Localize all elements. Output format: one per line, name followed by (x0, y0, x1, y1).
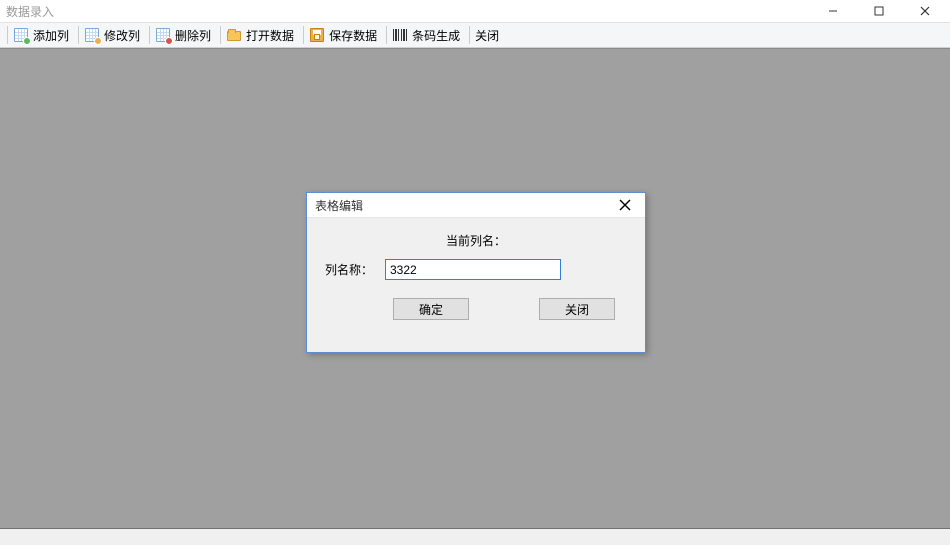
column-name-row: 列名称： (325, 259, 627, 280)
close-button[interactable]: 关闭 (539, 298, 615, 320)
toolbar-label: 删除列 (175, 27, 211, 44)
toolbar-close-button[interactable]: 关闭 (473, 24, 505, 46)
window-title: 数据录入 (6, 3, 810, 20)
toolbar-label: 添加列 (33, 27, 69, 44)
barcode-icon (392, 27, 408, 43)
table-edit-icon (84, 27, 100, 43)
close-icon (619, 199, 631, 211)
toolbar-label: 打开数据 (246, 27, 294, 44)
edit-column-button[interactable]: 修改列 (82, 24, 146, 46)
save-icon (309, 27, 325, 43)
delete-column-button[interactable]: 删除列 (153, 24, 217, 46)
toolbar-separator (303, 26, 304, 44)
dialog-close-button[interactable] (605, 193, 645, 218)
dialog-title: 表格编辑 (315, 197, 605, 214)
folder-open-icon (226, 27, 242, 43)
save-data-button[interactable]: 保存数据 (307, 24, 383, 46)
table-add-icon (13, 27, 29, 43)
dialog-titlebar: 表格编辑 (307, 193, 645, 218)
table-edit-dialog: 表格编辑 当前列名： 列名称： 确定 关闭 (306, 192, 646, 353)
toolbar-separator (469, 26, 470, 44)
close-icon (920, 6, 930, 16)
window-close-button[interactable] (902, 0, 948, 22)
open-data-button[interactable]: 打开数据 (224, 24, 300, 46)
window-minimize-button[interactable] (810, 0, 856, 22)
toolbar-separator (386, 26, 387, 44)
column-name-input[interactable] (385, 259, 561, 280)
toolbar-separator (78, 26, 79, 44)
workspace-area: 表格编辑 当前列名： 列名称： 确定 关闭 (0, 48, 950, 528)
maximize-icon (874, 6, 884, 16)
minimize-icon (828, 6, 838, 16)
add-column-button[interactable]: 添加列 (11, 24, 75, 46)
toolbar-separator (7, 26, 8, 44)
column-name-label: 列名称： (325, 261, 379, 278)
toolbar-separator (220, 26, 221, 44)
window-titlebar: 数据录入 (0, 0, 950, 22)
toolbar-label: 保存数据 (329, 27, 377, 44)
dialog-heading: 当前列名： (325, 228, 627, 259)
ok-button[interactable]: 确定 (393, 298, 469, 320)
toolbar-separator (149, 26, 150, 44)
toolbar: 添加列 修改列 删除列 打开数据 保存数据 条码生成 关闭 (0, 22, 950, 48)
toolbar-label: 修改列 (104, 27, 140, 44)
dialog-body: 当前列名： 列名称： 确定 关闭 (307, 218, 645, 320)
status-bar (0, 528, 950, 545)
dialog-button-row: 确定 关闭 (325, 298, 627, 320)
window-maximize-button[interactable] (856, 0, 902, 22)
toolbar-label: 条码生成 (412, 27, 460, 44)
table-delete-icon (155, 27, 171, 43)
barcode-generate-button[interactable]: 条码生成 (390, 24, 466, 46)
toolbar-label: 关闭 (475, 27, 499, 44)
